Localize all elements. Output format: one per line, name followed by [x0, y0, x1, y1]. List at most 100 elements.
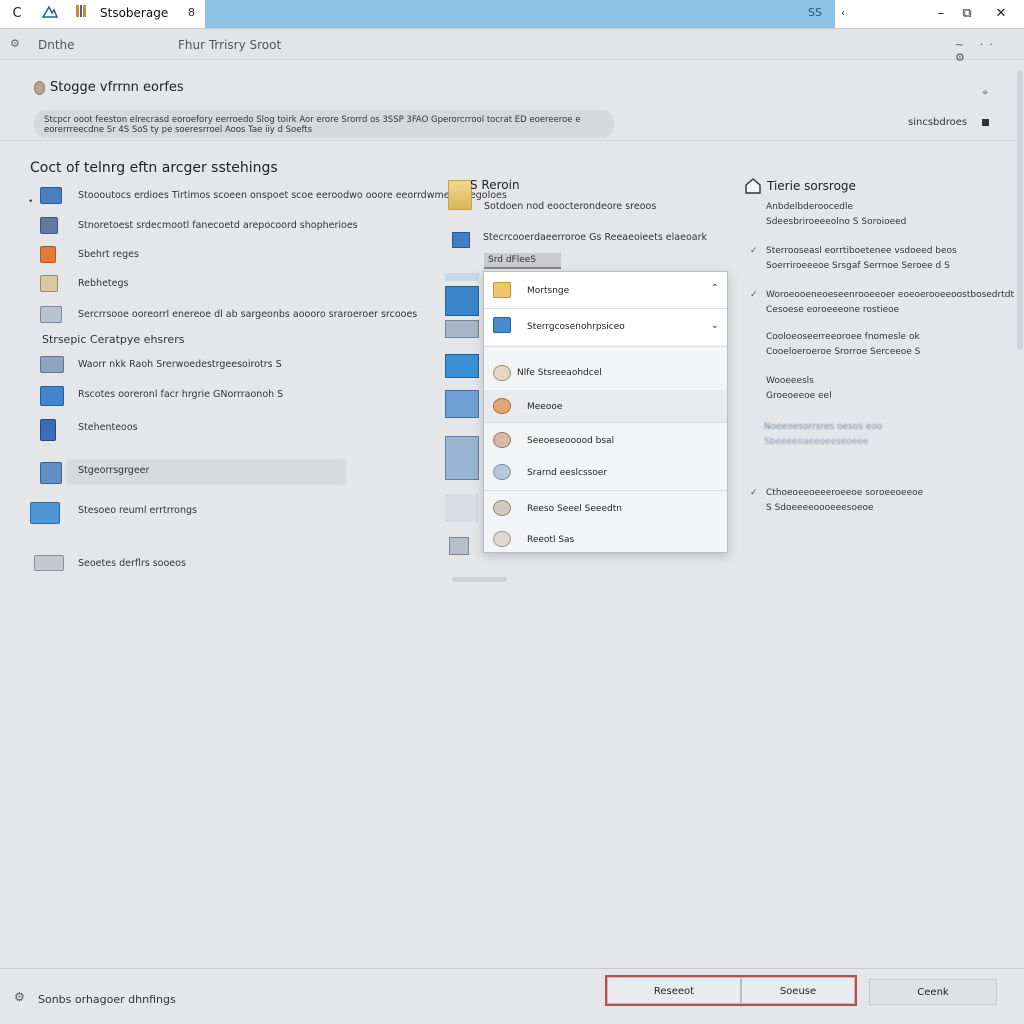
check-icon: ✓	[750, 488, 758, 498]
menu-item[interactable]: Sterrgcosenohrpsiceo ⌄	[484, 309, 727, 345]
check-icon: ✓	[750, 246, 758, 256]
monitor-icon	[493, 317, 511, 333]
thumbnail-icon[interactable]	[445, 354, 479, 378]
check-icon: ✓	[750, 290, 758, 300]
menu-item-label: Seeoeseooood bsal	[527, 436, 615, 446]
disk-icon	[493, 500, 511, 516]
middle-subheading: Sotdoen nod eoocterondeore sreoos	[484, 201, 657, 212]
right-text: Woroeooeneoeseenrooeeoer eoeoerooeeoostb…	[766, 290, 1014, 300]
disk-icon	[493, 531, 511, 547]
right-text: Cooeloeroeroe Srorroe Serceeoe S	[766, 347, 921, 357]
right-text: Soerriroeeeoe Srsgaf Serrnoe Seroee d S	[766, 261, 950, 271]
thumbnail-icon[interactable]	[445, 320, 479, 338]
primary-button[interactable]: Reseeot	[607, 977, 741, 1004]
folder-icon	[40, 246, 56, 263]
folder-icon	[493, 282, 511, 298]
back-button[interactable]: C	[8, 4, 26, 24]
window-icon	[40, 386, 64, 406]
tab-title[interactable]: Stsoberage	[100, 6, 168, 20]
chevron-up-icon[interactable]: ⌃	[711, 283, 719, 294]
menu-item-label: Reeso Seeel Seeedtn	[527, 504, 622, 514]
toolbar-label-left[interactable]: Dnthe	[38, 38, 75, 52]
menu-item[interactable]: Mortsnge ⌃	[484, 272, 727, 308]
list-item-label: Stgeorrsgrgeer	[78, 465, 150, 476]
list-item-label: Rebhetegs	[78, 278, 129, 289]
list-item-label: Seoetes derflrs sooeos	[78, 558, 186, 569]
menu-icon[interactable]	[982, 119, 989, 126]
archive-icon	[40, 275, 58, 292]
list-item-label: Sbehrt reges	[78, 249, 139, 260]
tab-close-button[interactable]: 8	[188, 6, 195, 19]
right-text: Sdeesbriroeeeolno S Soroioeed	[766, 217, 907, 227]
header-link[interactable]: sincsbdroes	[908, 117, 967, 128]
menu-item-label: Meeooe	[527, 402, 563, 412]
section-title: Coct of telnrg eftn arcger sstehings	[30, 160, 278, 176]
thumbnail-icon[interactable]	[449, 537, 469, 555]
right-text: Cthoeoeeoeeeroeeoe soroeeoeeoe	[766, 488, 924, 498]
menu-item[interactable]: Reeso Seeel Seeedtn	[484, 494, 727, 526]
accent-label: SS	[808, 6, 822, 19]
menu-item-label: Nlfe Stsreeaohdcel	[517, 368, 602, 378]
server-icon	[34, 555, 64, 571]
list-item-label: Waorr nkk Raoh Srerwoedestrgeesoirotrs S	[78, 359, 282, 370]
middle-row-label[interactable]: Stecrcooerdaeerroroe Gs Reeaeoieets elae…	[483, 232, 707, 243]
right-title: Tierie sorsroge	[767, 179, 856, 193]
right-text: Anbdelbderoocedle	[766, 202, 854, 212]
list-item-label: Stnoretoest srdecmootl fanecoetd arepoco…	[78, 220, 358, 231]
menu-item[interactable]: Reeotl Sas	[484, 528, 727, 552]
disk-icon	[493, 432, 511, 448]
right-text: Groeoeeoe eel	[766, 391, 832, 401]
nav-icon[interactable]: ⚙	[10, 37, 20, 50]
menu-item-label: Reeotl Sas	[527, 535, 575, 545]
secondary-button[interactable]: Soeuse	[741, 977, 855, 1004]
monitor-icon	[40, 187, 62, 204]
dropdown-menu: Mortsnge ⌃ Sterrgcosenohrpsiceo ⌄ Nlfe S…	[483, 271, 728, 553]
thumbnail-icon[interactable]	[445, 286, 479, 316]
divider	[484, 422, 727, 423]
pin-icon[interactable]: ‹	[836, 4, 850, 24]
toolbar-label-mid[interactable]: Fhur Trrisry Sroot	[178, 38, 281, 52]
page-title: Stogge vfrrnn eorfes	[50, 80, 184, 95]
close-button[interactable]: ✕	[992, 4, 1010, 24]
tile	[445, 273, 479, 281]
chevron-down-icon[interactable]: ⌄	[711, 320, 719, 331]
menu-item-label: Sterrgcosenohrpsiceo	[527, 322, 625, 332]
toolbar: ⚙ Dnthe Fhur Trrisry Sroot ~ ·· ⚙	[0, 29, 1024, 64]
button-group: Reseeot Soeuse	[605, 975, 857, 1006]
divider	[0, 140, 1024, 141]
bullet-icon: •	[28, 197, 34, 207]
menu-item-label: Srarnd eeslcssoer	[527, 468, 608, 478]
bookmark-icon[interactable]	[74, 4, 88, 24]
folder-icon	[448, 180, 472, 210]
dropdown-field[interactable]: Srd dFleeS	[484, 253, 561, 269]
restore-button[interactable]: ⧉	[958, 4, 976, 24]
section-subtitle: Strsepic Ceratpye ehsrers	[42, 333, 185, 346]
list-item-label: Stehenteoos	[78, 422, 138, 433]
book-icon	[40, 419, 56, 441]
disk-icon	[493, 398, 511, 414]
toolbar-icons[interactable]: ~ ·· ⚙	[955, 38, 1024, 64]
right-text: Wooeeesls	[766, 376, 814, 386]
menu-item[interactable]: Meeooe	[484, 390, 727, 422]
title-bar: C Stsoberage 8 SS ‹ – ⧉ ✕	[0, 0, 1024, 29]
footer-label[interactable]: Sonbs orhagoer dhnfings	[38, 993, 176, 1006]
right-text: Cooloeoseerreeoroee fnomesle ok	[766, 332, 920, 342]
pin-icon[interactable]: ⌖	[982, 86, 988, 100]
header-description: Stcpcr ooot feeston elrecrasd eoroefory …	[34, 110, 614, 138]
minimize-button[interactable]: –	[932, 4, 950, 24]
app-logo-icon	[40, 4, 60, 24]
menu-item[interactable]: Seeoeseooood bsal	[484, 424, 727, 456]
list-item-label: Sercrrsooe ooreorrl enereoe dl ab sargeo…	[78, 309, 418, 320]
menu-item[interactable]: Nlfe Stsreeaohdcel	[484, 358, 727, 388]
menu-item[interactable]: Srarnd eeslcssoer	[484, 456, 727, 488]
thumbnail-icon[interactable]	[445, 436, 479, 480]
placeholder-bar	[452, 577, 507, 582]
settings-icon[interactable]: ⚙	[14, 990, 25, 1004]
drive-icon	[40, 217, 58, 234]
list-item-label: Stesoeo reuml errtrrongs	[78, 505, 197, 516]
computer-icon	[40, 356, 64, 373]
scrollbar[interactable]	[1017, 70, 1023, 350]
thumbnail-icon[interactable]	[445, 390, 479, 418]
cancel-button[interactable]: Ceenk	[869, 979, 997, 1005]
disk-icon	[493, 464, 511, 480]
